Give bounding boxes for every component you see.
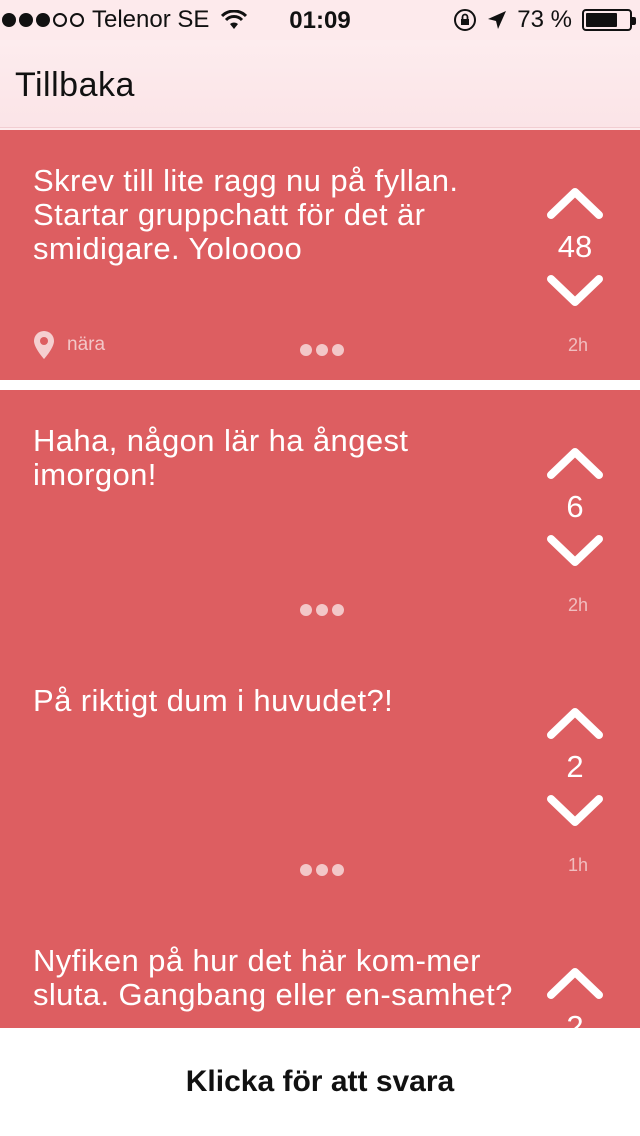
reply-time: 1h (567, 855, 589, 875)
reply-text: Haha, någon lär ha ångest imorgon! (33, 423, 409, 492)
post-time: 2h (567, 335, 589, 355)
status-bar: Telenor SE 01:09 73 % (0, 0, 640, 40)
reply-time: 2h (567, 595, 589, 615)
vote-score: 48 (557, 229, 593, 264)
upvote-icon[interactable] (546, 446, 604, 480)
more-dots-icon[interactable] (300, 344, 344, 356)
more-dots-icon[interactable] (300, 864, 344, 876)
battery-icon (582, 9, 636, 31)
reply-list: Haha, någon lär ha ångest imorgon! 6 2h … (0, 390, 640, 1050)
vote-control: 2 (540, 706, 610, 828)
more-dots-icon[interactable] (300, 604, 344, 616)
vote-control: 6 (540, 446, 610, 568)
downvote-icon[interactable] (546, 274, 604, 308)
reply-bar[interactable]: Klicka för att svara (0, 1028, 640, 1136)
reply-button-label[interactable]: Klicka för att svara (186, 1065, 454, 1099)
vote-score: 6 (566, 489, 584, 524)
reply-text: Nyfiken på hur det här kom-mer sluta. Ga… (33, 943, 513, 1012)
reply-text: På riktigt dum i huvudet?! (33, 683, 394, 718)
downvote-icon[interactable] (546, 794, 604, 828)
lock-rotation-icon (454, 9, 477, 31)
location-pin-icon (34, 331, 54, 359)
vote-control: 48 (540, 186, 610, 308)
vote-score: 2 (566, 749, 584, 784)
location-label: nära (67, 334, 106, 355)
location-arrow-icon (488, 11, 507, 29)
upvote-icon[interactable] (546, 186, 604, 220)
battery-percent: 73 % (517, 6, 572, 33)
upvote-icon[interactable] (546, 706, 604, 740)
post-text: Skrev till lite ragg nu på fyllan. Start… (33, 163, 459, 266)
separator (0, 380, 640, 390)
upvote-icon[interactable] (546, 966, 604, 1000)
nav-bar: Tillbaka (0, 40, 640, 128)
post-location: nära (33, 330, 105, 360)
back-button[interactable]: Tillbaka (15, 66, 135, 105)
original-post: Skrev till lite ragg nu på fyllan. Start… (0, 130, 640, 380)
downvote-icon[interactable] (546, 534, 604, 568)
